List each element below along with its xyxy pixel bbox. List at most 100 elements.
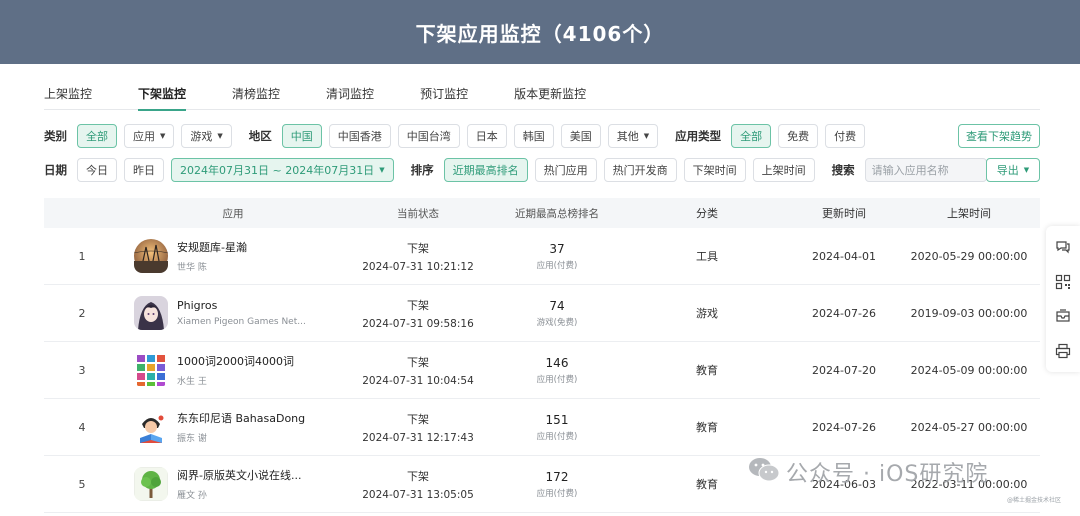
globe-tower-icon bbox=[134, 239, 168, 273]
caret-down-icon: ▼ bbox=[160, 132, 166, 140]
category-all-chip[interactable]: 全部 bbox=[77, 124, 117, 148]
chat-icon[interactable] bbox=[1053, 237, 1073, 257]
table-row[interactable]: 4 东东印尼语 BahasaDong 振东 谢 下架 2024-07-31 12:… bbox=[44, 399, 1040, 456]
table-header: 应用 当前状态 近期最高总榜排名 分类 更新时间 上架时间 bbox=[44, 198, 1040, 228]
app-type-paid-chip[interactable]: 付费 bbox=[825, 124, 866, 148]
table-row[interactable]: 3 1000词2000词4000词 水生 王 下架 2024-07-31 10:0… bbox=[44, 342, 1040, 399]
date-range-value: 2024年07月31日 ~ 2024年07月31日 bbox=[180, 164, 375, 177]
region-chip-korea[interactable]: 韩国 bbox=[513, 124, 554, 148]
region-chip-china[interactable]: 中国 bbox=[281, 124, 322, 148]
app-name[interactable]: Phigros bbox=[177, 299, 306, 312]
category-app-dropdown[interactable]: 应用 ▼ bbox=[124, 124, 175, 148]
app-cell[interactable]: 安规题库-星瀚 世华 陈 bbox=[120, 239, 346, 273]
wechat-icon bbox=[748, 457, 780, 487]
col-header-rank: 近期最高总榜排名 bbox=[515, 207, 599, 220]
sort-delisted-time-chip[interactable]: 下架时间 bbox=[683, 158, 746, 182]
app-cell[interactable]: 1000词2000词4000词 水生 王 bbox=[120, 353, 346, 387]
status-time: 2024-07-31 10:04:54 bbox=[362, 374, 474, 387]
caret-down-icon: ▼ bbox=[217, 132, 223, 140]
sort-listed-time-chip[interactable]: 上架时间 bbox=[752, 158, 815, 182]
updated-cell: 2024-07-26 bbox=[812, 306, 876, 320]
watermark-small-text: @稀土掘金技术社区 bbox=[1007, 497, 1062, 504]
sort-popular-apps-chip[interactable]: 热门应用 bbox=[534, 158, 597, 182]
watermark: 公众号 · iOS研究院 bbox=[748, 456, 988, 488]
rank-cell: 151 应用(付费) bbox=[490, 413, 624, 442]
region-label: 地区 bbox=[248, 129, 272, 143]
app-type-free-chip[interactable]: 免费 bbox=[778, 124, 819, 148]
tab-keyword-clear-monitor[interactable]: 清词监控 bbox=[326, 84, 374, 110]
region-chip-usa[interactable]: 美国 bbox=[560, 124, 601, 148]
app-developer: 振东 谢 bbox=[177, 434, 207, 444]
app-type-label: 应用类型 bbox=[675, 129, 722, 143]
region-chip-hongkong[interactable]: 中国香港 bbox=[328, 124, 391, 148]
filter-row-category: 类别 全部 应用 ▼ 游戏 ▼ 地区 中国 中国香港 中国台湾 日本 韩国 美国 其… bbox=[44, 124, 872, 148]
region-chip-japan[interactable]: 日本 bbox=[466, 124, 507, 148]
listed-cell: 2024-05-09 00:00:00 bbox=[910, 363, 1028, 377]
tab-chart-clear-monitor[interactable]: 清榜监控 bbox=[232, 84, 280, 110]
region-chip-taiwan[interactable]: 中国台湾 bbox=[397, 124, 460, 148]
export-dropdown[interactable]: 导出 ▼ bbox=[986, 158, 1040, 182]
status-cell: 下架 2024-07-31 13:05:05 bbox=[346, 468, 490, 501]
app-search-input[interactable]: 请输入应用名称 bbox=[864, 158, 987, 182]
app-cell[interactable]: Phigros Xiamen Pigeon Games Net... bbox=[120, 296, 346, 330]
status-text: 下架 bbox=[407, 298, 429, 312]
app-cell[interactable]: 阅界-原版英文小说在线... 雁文 孙 bbox=[120, 467, 346, 501]
table-row[interactable]: 1 安规题库-星瀚 世华 陈 下架 2024-07-31 10:21:12 37 应… bbox=[44, 228, 1040, 285]
qrcode-icon[interactable] bbox=[1053, 272, 1073, 292]
sort-popular-developers-chip[interactable]: 热门开发商 bbox=[603, 158, 677, 182]
table-row[interactable]: 2 Phigros Xiamen Pigeon Games Net... 下架 2… bbox=[44, 285, 1040, 342]
search-label: 搜索 bbox=[831, 163, 855, 177]
app-type-all-chip[interactable]: 全部 bbox=[731, 124, 772, 148]
status-time: 2024-07-31 12:17:43 bbox=[362, 431, 474, 444]
tab-preorder-monitor[interactable]: 预订监控 bbox=[420, 84, 468, 110]
app-name[interactable]: 阅界-原版英文小说在线... bbox=[177, 467, 301, 483]
app-name[interactable]: 东东印尼语 BahasaDong bbox=[177, 410, 305, 426]
date-today-chip[interactable]: 今日 bbox=[77, 158, 117, 182]
status-cell: 下架 2024-07-31 09:58:16 bbox=[346, 297, 490, 330]
anime-character-icon bbox=[134, 296, 168, 330]
rank-type: 游戏(免费) bbox=[536, 317, 578, 328]
category-app-label: 应用 bbox=[133, 130, 155, 143]
updated-cell: 2024-07-26 bbox=[812, 420, 876, 434]
row-index: 1 bbox=[78, 249, 86, 263]
tab-delisting-monitor[interactable]: 下架监控 bbox=[138, 84, 187, 111]
caret-down-icon: ▼ bbox=[379, 166, 385, 174]
rank-type: 应用(付费) bbox=[536, 431, 578, 442]
print-icon[interactable] bbox=[1053, 341, 1073, 361]
rank-cell: 74 游戏(免费) bbox=[490, 299, 624, 328]
app-name[interactable]: 1000词2000词4000词 bbox=[177, 353, 294, 369]
app-developer: 世华 陈 bbox=[177, 263, 207, 273]
listed-cell: 2024-05-27 00:00:00 bbox=[910, 420, 1028, 434]
view-delisting-trend-button[interactable]: 查看下架趋势 bbox=[958, 124, 1040, 148]
status-time: 2024-07-31 13:05:05 bbox=[362, 488, 474, 501]
col-header-app: 应用 bbox=[222, 207, 244, 220]
rank-value: 146 bbox=[545, 355, 569, 370]
date-yesterday-chip[interactable]: 昨日 bbox=[124, 158, 164, 182]
app-cell[interactable]: 东东印尼语 BahasaDong 振东 谢 bbox=[120, 410, 346, 444]
sort-label: 排序 bbox=[410, 163, 434, 177]
rank-cell: 37 应用(付费) bbox=[490, 242, 624, 271]
app-name[interactable]: 安规题库-星瀚 bbox=[177, 239, 247, 255]
caret-down-icon: ▼ bbox=[1023, 166, 1030, 174]
monitor-tabs: 上架监控 下架监控 清榜监控 清词监控 预订监控 版本更新监控 bbox=[44, 84, 1040, 111]
filter-row-date: 日期 今日 昨日 2024年07月31日 ~ 2024年07月31日 ▼ 排序 近… bbox=[44, 158, 987, 182]
tab-listing-monitor[interactable]: 上架监控 bbox=[44, 84, 92, 110]
category-game-dropdown[interactable]: 游戏 ▼ bbox=[181, 124, 232, 148]
green-tree-icon bbox=[134, 467, 168, 501]
region-other-label: 其他 bbox=[616, 130, 639, 143]
col-header-listed: 上架时间 bbox=[947, 207, 991, 220]
status-text: 下架 bbox=[407, 241, 429, 255]
rank-value: 172 bbox=[545, 469, 569, 484]
caret-down-icon: ▼ bbox=[643, 132, 650, 140]
rank-type: 应用(付费) bbox=[536, 488, 578, 499]
date-range-picker[interactable]: 2024年07月31日 ~ 2024年07月31日 ▼ bbox=[171, 158, 394, 182]
region-other-dropdown[interactable]: 其他 ▼ bbox=[607, 124, 659, 148]
category-cell: 教育 bbox=[696, 364, 718, 377]
sort-recent-top-rank-chip[interactable]: 近期最高排名 bbox=[443, 158, 528, 182]
mail-icon[interactable] bbox=[1053, 306, 1073, 326]
col-header-updated: 更新时间 bbox=[822, 207, 866, 220]
row-index: 5 bbox=[78, 477, 86, 491]
app-developer: 雁文 孙 bbox=[177, 491, 207, 501]
col-header-status: 当前状态 bbox=[397, 207, 439, 220]
tab-version-update-monitor[interactable]: 版本更新监控 bbox=[514, 84, 586, 110]
